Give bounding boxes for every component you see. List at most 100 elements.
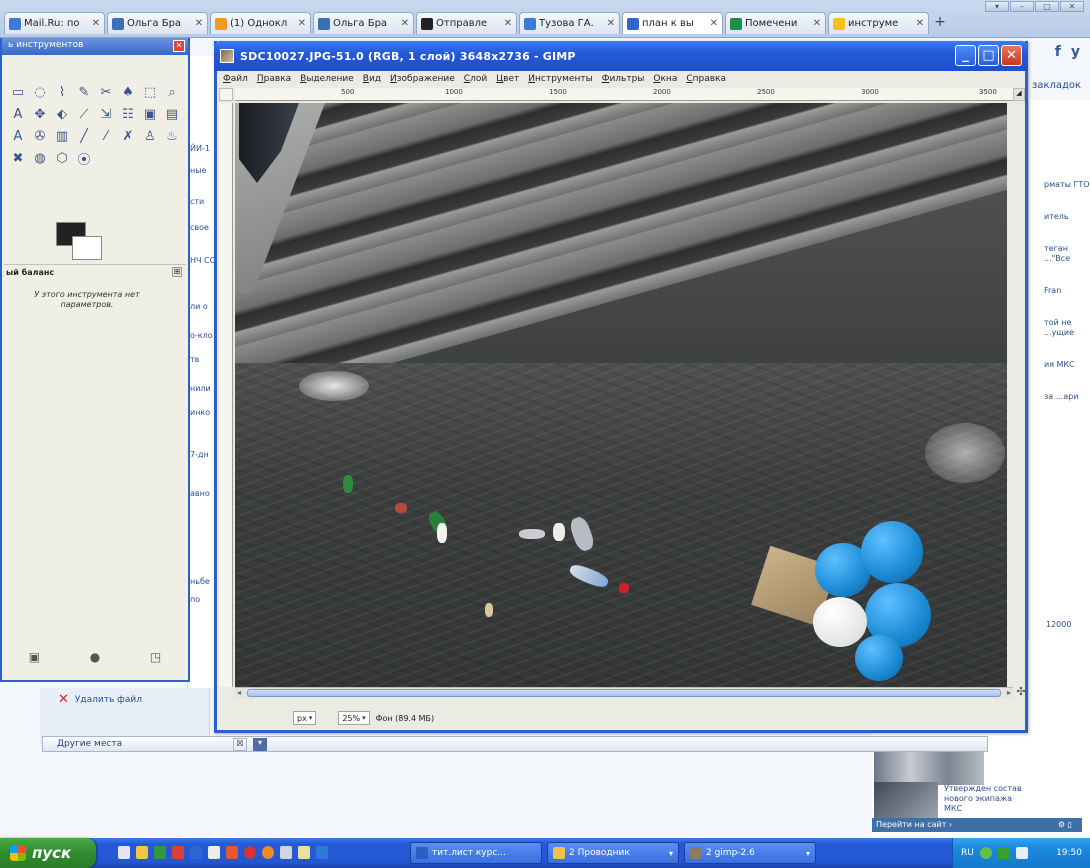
tool-icon[interactable]: ⇲ xyxy=(96,104,116,124)
tool-icon[interactable]: ⬡ xyxy=(52,148,72,168)
menu-item[interactable]: Правка xyxy=(257,74,291,84)
tool-icon[interactable]: ▤ xyxy=(162,104,182,124)
page-snippet[interactable]: авно xyxy=(190,489,210,498)
taskbar-button[interactable]: 2 gimp-2.6 ▾ xyxy=(684,842,816,864)
news-link[interactable]: итель xyxy=(1044,212,1090,222)
tab-close-icon[interactable]: ✕ xyxy=(92,18,100,29)
news-link[interactable]: за ...ари xyxy=(1044,392,1090,402)
ruler-corner[interactable] xyxy=(219,88,233,101)
tool-icon[interactable]: ✗ xyxy=(118,126,138,146)
tab-close-icon[interactable]: ✕ xyxy=(813,18,821,29)
page-snippet[interactable]: ные xyxy=(190,166,206,175)
menu-item[interactable]: Файл xyxy=(223,74,248,84)
browser-tab[interactable]: план к вы ✕ xyxy=(622,12,723,34)
other-places-header[interactable]: Другие места ☒ ▾ xyxy=(42,736,988,752)
tool-icon[interactable]: ▣ xyxy=(140,104,160,124)
page-snippet[interactable]: ЙИ-1 xyxy=(190,144,210,153)
news-widget-bar[interactable]: Перейти на сайт › ⚙ ▯ xyxy=(872,818,1082,832)
tool-icon[interactable]: ⌇ xyxy=(52,82,72,102)
app-icon[interactable] xyxy=(172,846,184,859)
menu-item[interactable]: Окна xyxy=(653,74,677,84)
news-link[interactable]: той не ...ущие xyxy=(1044,318,1090,338)
menu-item[interactable]: Инструменты xyxy=(528,74,592,84)
background-color-swatch[interactable] xyxy=(72,236,102,260)
save-options-icon[interactable]: ▣ xyxy=(29,650,40,664)
tool-icon[interactable]: ╱ xyxy=(74,126,94,146)
zoom-select[interactable]: 25% ▾ xyxy=(338,711,370,725)
word-icon[interactable] xyxy=(190,846,202,859)
gimp-titlebar[interactable]: SDC10027.JPG-51.0 (RGB, 1 слой) 3648x273… xyxy=(214,41,1028,71)
close-icon[interactable]: ✕ xyxy=(1060,1,1084,12)
app-icon[interactable] xyxy=(298,846,310,859)
language-indicator[interactable]: RU xyxy=(961,848,974,858)
tool-icon[interactable]: ⟋ xyxy=(74,104,94,124)
page-snippet[interactable]: свое xyxy=(190,223,209,232)
menu-item[interactable]: Справка xyxy=(686,74,726,84)
menu-item[interactable]: Слой xyxy=(464,74,487,84)
app-icon[interactable] xyxy=(316,846,328,859)
clock[interactable]: 19:50 xyxy=(1056,848,1082,858)
delete-file-link[interactable]: ✕ Удалить файл xyxy=(58,692,142,707)
tab-close-icon[interactable]: ✕ xyxy=(710,18,718,29)
desktop-icon[interactable] xyxy=(118,846,130,859)
app-icon[interactable] xyxy=(154,846,166,859)
tray-icon[interactable] xyxy=(979,847,992,859)
unit-select[interactable]: px ▾ xyxy=(293,711,317,725)
taskbar-button[interactable]: 2 Проводник ▾ xyxy=(547,842,679,864)
bookmarks-link[interactable]: закладок xyxy=(1032,80,1081,91)
page-snippet[interactable]: 7-дн xyxy=(190,450,209,459)
scroll-right-icon[interactable]: ▸ xyxy=(1007,688,1011,697)
close-button[interactable]: ✕ xyxy=(1001,45,1022,66)
tool-icon[interactable]: ☷ xyxy=(118,104,138,124)
page-snippet[interactable]: тв xyxy=(190,355,199,364)
navigate-icon[interactable]: ✣ xyxy=(1015,686,1027,699)
tab-close-icon[interactable]: ✕ xyxy=(195,18,203,29)
tab-close-icon[interactable]: ✕ xyxy=(504,18,512,29)
news-link[interactable]: рматы ГТО xyxy=(1044,180,1090,190)
page-snippet[interactable]: нили xyxy=(190,384,211,393)
tool-icon[interactable]: ✥ xyxy=(30,104,50,124)
page-snippet[interactable]: ньбе xyxy=(190,577,210,586)
volume-icon[interactable] xyxy=(1015,847,1028,859)
page-snippet[interactable]: сти xyxy=(190,197,204,206)
widget-settings-icon[interactable]: ⚙ ▯ xyxy=(1058,820,1072,829)
minimize-button[interactable]: _ xyxy=(955,45,976,66)
taskbar-button[interactable]: тит.лист курс... xyxy=(410,842,542,864)
new-tab-button[interactable]: + xyxy=(931,12,949,32)
chevron-down-icon[interactable]: ▾ xyxy=(253,737,267,751)
horizontal-ruler[interactable]: 500 1000 1500 2000 2500 3000 3500 xyxy=(235,88,1013,101)
menu-item[interactable]: Цвет xyxy=(496,74,519,84)
browser-tab[interactable]: инструме ✕ xyxy=(828,12,929,34)
start-button[interactable]: пуск xyxy=(0,838,96,868)
browser-tab[interactable]: Отправле ✕ xyxy=(416,12,517,34)
tool-icon[interactable]: ♨ xyxy=(162,126,182,146)
menu-item[interactable]: Вид xyxy=(363,74,381,84)
tool-icon[interactable]: ◍ xyxy=(30,148,50,168)
browser-tab[interactable]: Ольга Бра ✕ xyxy=(313,12,414,34)
tool-icon[interactable]: ✇ xyxy=(30,126,50,146)
tray-icon[interactable] xyxy=(997,847,1010,859)
tab-close-icon[interactable]: ✕ xyxy=(298,18,306,29)
image-canvas[interactable] xyxy=(235,103,1007,687)
page-snippet[interactable]: по xyxy=(190,595,200,604)
app-icon[interactable] xyxy=(226,846,238,859)
folder-icon[interactable] xyxy=(136,846,148,859)
collapse-icon[interactable]: ☒ xyxy=(233,737,247,751)
delete-options-icon[interactable]: ● xyxy=(90,650,100,664)
expand-icon[interactable]: ⊞ xyxy=(172,267,182,277)
page-snippet[interactable]: ли о xyxy=(190,302,208,311)
reset-options-icon[interactable]: ◳ xyxy=(150,650,161,664)
widget-bar-label[interactable]: Перейти на сайт › xyxy=(876,820,952,829)
tool-icon[interactable]: ⬖ xyxy=(52,104,72,124)
tool-icon[interactable]: ♙ xyxy=(140,126,160,146)
vertical-ruler[interactable] xyxy=(219,103,233,687)
tool-icon[interactable]: ⬚ xyxy=(140,82,160,102)
toolbox-title[interactable]: ь инструментов xyxy=(2,38,188,55)
page-snippet[interactable]: о-кло xyxy=(190,331,213,340)
tool-icon[interactable]: ✂ xyxy=(96,82,116,102)
menu-item[interactable]: Изображение xyxy=(390,74,455,84)
menu-item[interactable]: Выделение xyxy=(300,74,354,84)
zoom-toggle-icon[interactable]: ◢ xyxy=(1013,88,1025,101)
maximize-icon[interactable]: □ xyxy=(1035,1,1059,12)
news-link[interactable]: ия МКС xyxy=(1044,360,1090,370)
